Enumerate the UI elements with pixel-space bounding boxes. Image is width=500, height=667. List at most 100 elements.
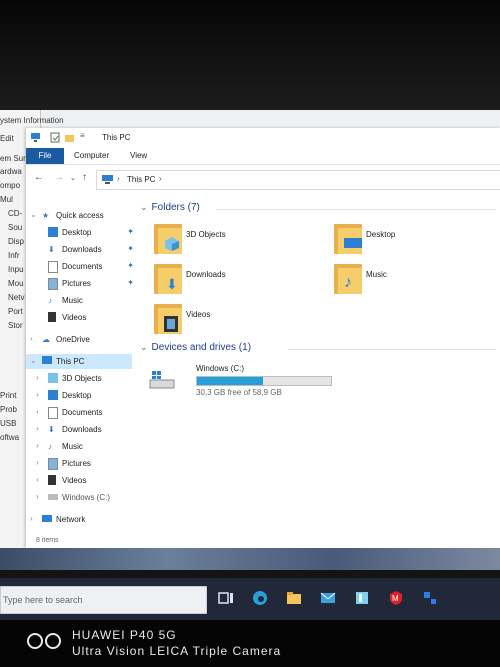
breadcrumb-chevron-icon[interactable]: › xyxy=(117,174,120,183)
watermark-model: HUAWEI P40 5G xyxy=(72,628,177,642)
back-arrow-icon[interactable]: ← xyxy=(34,172,44,183)
chevron-right-icon[interactable]: › xyxy=(36,475,39,484)
nav-pc-pictures[interactable]: › Pictures xyxy=(26,456,138,471)
file-explorer-window: ≡ This PC File Computer View ← → ⌄ ↑ › T… xyxy=(26,128,500,548)
nav-quick-access[interactable]: ⌄ ★ Quick access xyxy=(26,208,138,223)
videos-icon xyxy=(164,316,178,332)
chevron-right-icon[interactable]: › xyxy=(36,441,39,450)
chevron-right-icon[interactable]: › xyxy=(36,424,39,433)
nav-quick-desktop[interactable]: Desktop ✦ xyxy=(26,225,138,240)
nav-label: Videos xyxy=(62,313,87,322)
nav-quick-documents[interactable]: Documents ✦ xyxy=(26,259,138,274)
nav-pc-desktop[interactable]: › Desktop xyxy=(26,388,138,403)
group-header-devices[interactable]: ⌄ Devices and drives (1) xyxy=(140,342,251,353)
folder-label[interactable]: Downloads xyxy=(186,270,226,279)
nav-pc-downloads[interactable]: › ⬇ Downloads xyxy=(26,422,138,437)
nav-quick-music[interactable]: ♪ Music xyxy=(26,293,138,308)
desktop-icon xyxy=(344,238,362,248)
drive-usage-bar xyxy=(196,376,332,386)
sysinfo-tree-item[interactable]: Mul xyxy=(0,195,13,204)
pin-icon[interactable]: ✦ xyxy=(127,261,134,270)
nav-pc-windows-c[interactable]: › Windows (C:) xyxy=(26,490,138,505)
nav-this-pc[interactable]: ⌄ This PC xyxy=(26,354,132,369)
computer-icon xyxy=(31,133,40,142)
pin-icon[interactable]: ✦ xyxy=(127,278,134,287)
sysinfo-menu-edit[interactable]: Edit xyxy=(0,134,14,143)
drive-usage-fill xyxy=(197,377,263,385)
sysinfo-tree-item[interactable]: Sou xyxy=(8,223,22,232)
monitor-bezel xyxy=(0,0,500,110)
store-icon[interactable] xyxy=(354,590,370,606)
nav-pc-videos[interactable]: › Videos xyxy=(26,473,138,488)
edge-icon[interactable] xyxy=(252,590,268,606)
nav-quick-pictures[interactable]: Pictures ✦ xyxy=(26,276,138,291)
nav-pc-documents[interactable]: › Documents xyxy=(26,405,138,420)
group-header-folders[interactable]: ⌄ Folders (7) xyxy=(140,202,200,213)
sysinfo-tree-item[interactable]: CD- xyxy=(8,209,22,218)
sysinfo-tree-item[interactable]: ardwa xyxy=(0,167,22,176)
file-explorer-icon[interactable] xyxy=(286,590,302,606)
customize-qat-icon[interactable]: ≡ xyxy=(80,131,85,140)
breadcrumb-this-pc[interactable]: This PC xyxy=(127,175,155,184)
forward-arrow-icon[interactable]: → xyxy=(54,172,64,183)
taskbar-search-box[interactable]: Type here to search xyxy=(0,586,207,614)
folder-label[interactable]: Desktop xyxy=(366,230,395,239)
svg-text:M: M xyxy=(392,594,399,603)
mail-icon[interactable] xyxy=(320,590,336,606)
sysinfo-tree-item[interactable]: Port xyxy=(8,307,23,316)
nav-onedrive[interactable]: › ☁ OneDrive xyxy=(26,332,138,347)
task-view-icon[interactable] xyxy=(218,590,234,606)
nav-label: Network xyxy=(56,515,86,524)
sysinfo-tree-item[interactable]: Infr xyxy=(8,251,20,260)
tab-computer[interactable]: Computer xyxy=(74,148,109,164)
chevron-down-icon[interactable]: ⌄ xyxy=(140,342,148,352)
tab-file[interactable]: File xyxy=(26,148,64,164)
folder-label[interactable]: Music xyxy=(366,270,387,279)
sysinfo-tree-item[interactable]: Netv xyxy=(8,293,24,302)
folder-label[interactable]: 3D Objects xyxy=(186,230,226,239)
chevron-right-icon[interactable]: › xyxy=(30,514,33,523)
nav-quick-downloads[interactable]: ⬇ Downloads ✦ xyxy=(26,242,138,257)
chevron-down-icon[interactable]: ⌄ xyxy=(30,356,37,365)
nav-pc-music[interactable]: › ♪ Music xyxy=(26,439,138,454)
sysinfo-tree-item[interactable]: Print xyxy=(0,391,16,400)
chevron-right-icon[interactable]: › xyxy=(36,390,39,399)
nav-label: Music xyxy=(62,442,83,451)
app-icon[interactable] xyxy=(422,590,438,606)
properties-icon[interactable] xyxy=(50,132,61,143)
chevron-right-icon[interactable]: › xyxy=(36,373,39,382)
pin-icon[interactable]: ✦ xyxy=(127,244,134,253)
chevron-down-icon[interactable]: ⌄ xyxy=(140,202,148,212)
recent-locations-chevron-icon[interactable]: ⌄ xyxy=(70,174,76,182)
taskbar: Type here to search M xyxy=(0,578,500,620)
nav-pc-3d-objects[interactable]: › 3D Objects xyxy=(26,371,138,386)
chevron-right-icon[interactable]: › xyxy=(36,407,39,416)
sysinfo-tree-item[interactable]: oftwa xyxy=(0,433,19,442)
pin-icon[interactable]: ✦ xyxy=(127,227,134,236)
sysinfo-tree-item[interactable]: Stor xyxy=(8,321,23,330)
new-folder-icon[interactable] xyxy=(64,132,75,143)
mcafee-icon[interactable]: M xyxy=(388,590,404,606)
sysinfo-tree-item[interactable]: ompo xyxy=(0,181,20,190)
chevron-right-icon[interactable]: › xyxy=(36,458,39,467)
folder-label[interactable]: Videos xyxy=(186,310,210,319)
status-bar: 8 items xyxy=(26,534,500,548)
chevron-right-icon[interactable]: › xyxy=(36,492,39,501)
nav-network[interactable]: › Network xyxy=(26,512,138,527)
nav-label: OneDrive xyxy=(56,335,90,344)
sysinfo-tree-item[interactable]: Prob xyxy=(0,405,17,414)
sysinfo-tree-item[interactable]: em Sur xyxy=(0,154,26,163)
chevron-right-icon[interactable]: › xyxy=(30,334,33,343)
up-arrow-icon[interactable]: ↑ xyxy=(82,172,87,183)
sysinfo-tree-item[interactable]: Inpu xyxy=(8,265,24,274)
tab-view[interactable]: View xyxy=(130,148,147,164)
address-bar[interactable]: › This PC › xyxy=(96,170,500,190)
sysinfo-tree-item[interactable]: USB xyxy=(0,419,16,428)
sysinfo-tree-item[interactable]: Disp xyxy=(8,237,24,246)
breadcrumb-chevron-icon[interactable]: › xyxy=(159,174,162,183)
documents-icon xyxy=(48,261,58,273)
drive-windows-c[interactable]: Windows (C:) 30,3 GB free of 58,9 GB xyxy=(148,364,348,400)
chevron-down-icon[interactable]: ⌄ xyxy=(30,210,37,219)
sysinfo-tree-item[interactable]: Mou xyxy=(8,279,24,288)
nav-quick-videos[interactable]: Videos xyxy=(26,310,138,325)
